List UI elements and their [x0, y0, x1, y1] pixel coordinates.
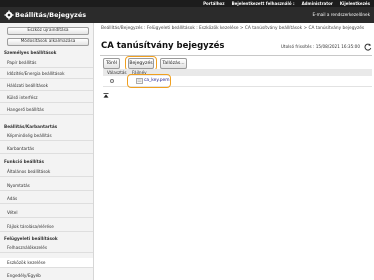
sidebar-section-management: Felügyeleti beállítások: [4, 236, 58, 241]
gear-icon: [4, 10, 14, 20]
sidebar-section-personal: Személyes beállítások: [4, 50, 57, 55]
sidebar-item-print[interactable]: Nyomtatás: [0, 181, 93, 191]
sidebar-item-maintenance[interactable]: Karbantartás: [0, 144, 93, 154]
sidebar-section-function: Funkció beállítás: [4, 159, 44, 164]
last-updated: Utolsó frissítés : 15/08/2021 16:35:00: [280, 44, 360, 49]
app-title: Beállítás/Bejegyzés: [15, 11, 87, 19]
sidebar-item-volume[interactable]: Hangerő beállítás: [0, 105, 93, 115]
main-content: Beállítás/Bejegyzés : Felügyeleti beállí…: [97, 23, 374, 280]
back-to-top-icon[interactable]: [103, 93, 109, 98]
row-radio[interactable]: [110, 79, 114, 83]
apply-changes-button[interactable]: Módosítások alkalmazása: [7, 38, 89, 46]
browse-button[interactable]: Tallózás...: [160, 58, 187, 69]
file-highlight: [127, 74, 171, 88]
column-select: Választás: [107, 70, 127, 75]
sidebar-item-paper[interactable]: Papír beállítás: [0, 58, 93, 68]
sidebar-item-general[interactable]: Általános beállítások: [0, 167, 93, 177]
title-bar: Beállítás/Bejegyzés E-mail a rendszerkez…: [0, 7, 374, 23]
restart-device-button[interactable]: Eszköz újraindítása: [7, 27, 89, 35]
sidebar-item-device-management[interactable]: Eszközök kezelése: [0, 258, 93, 268]
sidebar-item-timer-energy[interactable]: Időzítés/Energia beállítások: [0, 69, 93, 79]
back-button[interactable]: Törél: [103, 58, 120, 69]
sidebar-section-maintenance: Beállítás/Karbantartás: [4, 124, 58, 129]
logged-in-label: Bejelentkezett felhasználó :: [231, 1, 295, 6]
page-title: CA tanúsítvány bejegyzés: [101, 41, 225, 51]
sidebar-item-license-other[interactable]: Engedély/Egyéb: [0, 271, 93, 280]
sidebar-item-network[interactable]: Hálózati beállítások: [0, 81, 93, 91]
sidebar-item-external-interface[interactable]: Külső interfész: [0, 93, 93, 103]
top-bar: Portálhoz Bejelentkezett felhasználó : A…: [0, 0, 374, 7]
sidebar: Eszköz újraindítása Módosítások alkalmaz…: [0, 23, 94, 280]
sidebar-item-receive[interactable]: Vétel: [0, 208, 93, 218]
sidebar-item-send[interactable]: Adás: [0, 194, 93, 204]
user-name: Administrator: [301, 1, 333, 6]
logout-link[interactable]: Kijelentkezés: [340, 0, 370, 7]
sidebar-item-store-access[interactable]: Fájlok tárolása/elérése: [0, 222, 93, 232]
sidebar-item-user-management[interactable]: Felhasználókezelés: [0, 243, 93, 253]
refresh-icon[interactable]: [364, 43, 372, 51]
sidebar-item-image-quality[interactable]: Képminőség beállítás: [0, 131, 93, 141]
breadcrumb: Beállítás/Bejegyzés : Felügyeleti beállí…: [101, 26, 365, 31]
portal-link[interactable]: Portálhoz: [203, 0, 225, 7]
mail-admin-link[interactable]: E-mail a rendszerkezelőnek: [312, 11, 370, 19]
top-links: Portálhoz Bejelentkezett felhasználó : A…: [203, 0, 370, 7]
